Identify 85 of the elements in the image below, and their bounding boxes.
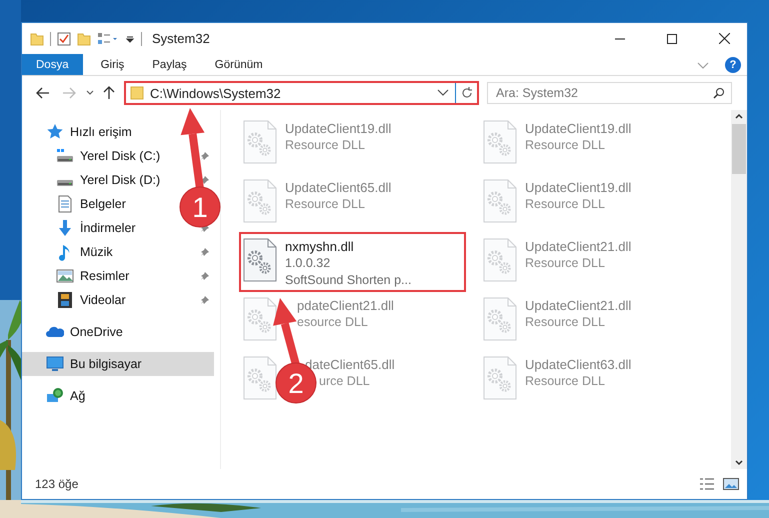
gear-file-icon: [483, 120, 517, 164]
file-detail: esource DLL: [297, 314, 368, 331]
pin-icon[interactable]: [200, 295, 210, 305]
pin-icon[interactable]: [200, 175, 210, 185]
sidebar-item[interactable]: Hızlı erişim: [22, 120, 214, 144]
sidebar-item[interactable]: Bu bilgisayar: [22, 352, 214, 376]
close-icon: [718, 33, 730, 44]
file-name[interactable]: UpdateClient19.dll: [525, 120, 632, 137]
scrollbar[interactable]: [731, 110, 747, 469]
minimize-icon: [615, 38, 625, 40]
large-icons-view-icon[interactable]: [723, 477, 739, 491]
gear-file-icon: [483, 297, 517, 341]
gear-file-icon: [243, 297, 277, 341]
file-detail: Resource DLL: [525, 137, 605, 154]
file-name[interactable]: UpdateClient21.dll: [525, 297, 632, 314]
sidebar-item[interactable]: Yerel Disk (D:): [22, 168, 166, 192]
window-title: System32: [151, 31, 211, 46]
back-arrow-icon: [36, 87, 50, 99]
pictures-icon: [56, 267, 74, 285]
folder-icon: [130, 86, 144, 100]
file-detail: Resource DLL: [525, 373, 605, 390]
file-name[interactable]: UpdateClient63.dll: [525, 356, 632, 373]
file-name[interactable]: UpdateClient21.dll: [525, 238, 632, 255]
sidebar-item[interactable]: Ağ: [22, 384, 214, 408]
properties-icon[interactable]: [57, 32, 71, 46]
file-name[interactable]: UpdateClient65.dll: [285, 179, 392, 196]
view-options-icon[interactable]: [97, 32, 119, 46]
sidebar-item[interactable]: Belgeler: [22, 192, 132, 216]
file-detail: Resource DLL: [525, 255, 605, 272]
forward-arrow-icon: [62, 87, 76, 99]
file-name[interactable]: dateClient65.dll: [305, 356, 395, 373]
help-icon[interactable]: ?: [725, 57, 741, 73]
pin-icon[interactable]: [200, 247, 210, 257]
annotation-number: 2: [288, 368, 304, 399]
search-field[interactable]: Ara: System32: [487, 82, 732, 104]
sidebar-item[interactable]: Müzik: [22, 240, 119, 264]
annotation-badge: [180, 186, 220, 228]
star-icon: [46, 123, 64, 141]
dropdown-icon[interactable]: [125, 34, 135, 44]
file-detail: 1.0.0.32: [285, 255, 330, 272]
annotation-number: 1: [192, 192, 208, 223]
file-name[interactable]: pdateClient21.dll: [297, 297, 394, 314]
drive-icon: [56, 147, 74, 165]
ribbon-tab[interactable]: Paylaş: [140, 54, 199, 75]
scroll-thumb[interactable]: [732, 124, 746, 174]
network-icon: [46, 387, 64, 405]
file-detail: Resource DLL: [285, 196, 365, 213]
file-detail: urce DLL: [319, 373, 370, 390]
file-name[interactable]: UpdateClient19.dll: [525, 179, 632, 196]
caret-icon: [86, 90, 94, 96]
ribbon-tab[interactable]: Görünüm: [202, 54, 275, 75]
film-icon: [56, 291, 74, 309]
ribbon-tab[interactable]: Giriş: [88, 54, 136, 75]
document-icon: [56, 195, 74, 213]
refresh-icon: [460, 87, 472, 99]
file-detail: Resource DLL: [525, 196, 605, 213]
pin-icon[interactable]: [200, 151, 210, 161]
file-detail: SoftSound Shorten p...: [285, 272, 412, 289]
drive-icon: [56, 179, 74, 187]
file-name[interactable]: nxmyshn.dll: [285, 238, 354, 255]
item-count: 123 öğe: [35, 477, 80, 491]
up-arrow-icon: [103, 86, 115, 100]
sidebar-item[interactable]: Yerel Disk (C:): [22, 144, 166, 168]
address-bar[interactable]: C:\Windows\System32: [124, 81, 479, 105]
gear-file-icon: [483, 356, 517, 400]
file-detail: Resource DLL: [525, 314, 605, 331]
download-icon: [56, 219, 74, 237]
details-view-icon[interactable]: [699, 477, 715, 491]
sidebar-item[interactable]: OneDrive: [22, 320, 214, 344]
file-detail: Resource DLL: [285, 137, 365, 154]
sidebar-item[interactable]: Resimler: [22, 264, 136, 288]
chevron-down-icon[interactable]: [437, 89, 449, 97]
computer-icon: [46, 355, 64, 373]
gear-file-icon: [243, 179, 277, 223]
gear-file-icon: [243, 120, 277, 164]
sidebar-item[interactable]: İndirmeler: [22, 216, 142, 240]
gear-file-icon: [483, 179, 517, 223]
sidebar-item[interactable]: Videolar: [22, 288, 132, 312]
search-icon: [713, 87, 725, 99]
gear-file-icon: [243, 238, 277, 282]
pin-icon[interactable]: [200, 271, 210, 281]
maximize-icon: [667, 34, 677, 44]
gear-file-icon: [483, 238, 517, 282]
gear-file-icon: [243, 356, 277, 400]
file-name[interactable]: UpdateClient19.dll: [285, 120, 392, 137]
